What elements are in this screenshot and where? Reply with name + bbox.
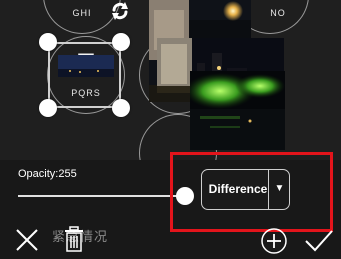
- opacity-label: Opacity:255: [18, 168, 77, 180]
- green-trees-photo[interactable]: [190, 71, 285, 150]
- refresh-icon[interactable]: [109, 0, 131, 22]
- editor-canvas[interactable]: GHI NO 7 PQRS T: [0, 0, 341, 160]
- resize-handle-bottom-left[interactable]: [39, 99, 57, 117]
- resize-handle-top-right[interactable]: [112, 33, 130, 51]
- resize-handle-top-left[interactable]: [39, 33, 57, 51]
- key-letters: NO: [270, 8, 286, 18]
- opacity-slider-track[interactable]: [18, 195, 185, 197]
- add-icon[interactable]: [260, 227, 288, 255]
- resize-handle-bottom-right[interactable]: [112, 99, 130, 117]
- selection-frame: [48, 42, 121, 108]
- trash-icon[interactable]: [64, 226, 84, 252]
- checkmark-icon[interactable]: [304, 229, 334, 253]
- highlight-box: [170, 152, 333, 232]
- close-icon[interactable]: [14, 227, 40, 253]
